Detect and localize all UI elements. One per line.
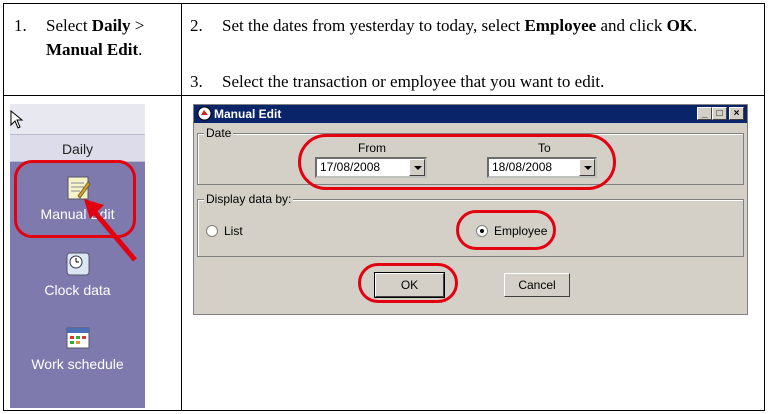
step-3-text: Select the transaction or employee that … (222, 72, 605, 91)
red-arrow-icon (84, 199, 137, 262)
sidebar-header-label: Daily (61, 141, 94, 157)
column-divider (181, 4, 182, 410)
sidebar-item-label: Work schedule (31, 356, 124, 372)
row-divider (4, 95, 764, 96)
calendar-icon (66, 327, 89, 349)
close-button[interactable]: × (729, 107, 744, 120)
step-2-number: 2. (190, 16, 203, 35)
chevron-down-icon[interactable] (409, 159, 425, 176)
dialog-title: Manual Edit (214, 107, 282, 121)
date-group-label: Date (204, 126, 234, 140)
app-logo-icon (197, 106, 212, 121)
radio-list[interactable]: List (206, 224, 243, 238)
radio-list-label: List (224, 224, 243, 238)
from-label: From (358, 141, 386, 155)
manual-edit-dialog: Manual Edit _ □ × Date From To 17/08/200… (193, 104, 748, 315)
sidebar-item-work-schedule[interactable]: Work schedule (10, 324, 145, 372)
radio-employee[interactable]: Employee (476, 224, 547, 238)
maximize-button[interactable]: □ (712, 107, 727, 120)
step-1-number: 1. (14, 16, 27, 35)
step-1-text: Select Daily > Manual Edit. (46, 16, 145, 59)
to-date-value: 18/08/2008 (492, 160, 553, 174)
step-2-text: Set the dates from yesterday to today, s… (222, 16, 698, 35)
radio-dot[interactable] (206, 225, 218, 237)
dialog-titlebar[interactable]: Manual Edit _ □ × (194, 105, 747, 123)
display-group-label: Display data by: (204, 192, 294, 206)
sidebar-item-label: Clock data (44, 282, 111, 298)
radio-dot-checked[interactable] (476, 225, 488, 237)
minimize-button[interactable]: _ (697, 107, 712, 120)
cancel-button[interactable]: Cancel (504, 273, 570, 297)
step-3-number: 3. (190, 72, 203, 91)
sidebar-top-strip (10, 104, 145, 134)
from-date-value: 17/08/2008 (320, 160, 381, 174)
to-label: To (538, 141, 551, 155)
to-date-select[interactable]: 18/08/2008 (487, 157, 597, 178)
radio-employee-label: Employee (494, 224, 548, 238)
ok-button[interactable]: OK (374, 272, 445, 298)
chevron-down-icon[interactable] (579, 159, 595, 176)
from-date-select[interactable]: 17/08/2008 (315, 157, 427, 178)
date-group: Date From To 17/08/2008 18/08/2008 (197, 126, 744, 185)
sidebar-header[interactable]: Daily (10, 134, 145, 162)
display-by-group: Display data by: List Employee (197, 192, 744, 257)
mouse-pointer-icon (10, 110, 24, 129)
